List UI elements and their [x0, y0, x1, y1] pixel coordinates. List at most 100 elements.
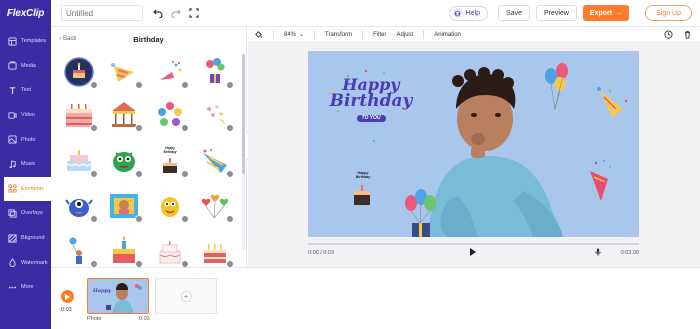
clip-thumbnail: Happy [88, 279, 148, 313]
add-badge-icon [181, 81, 189, 89]
sidebar-item-background[interactable]: Bkground [0, 226, 51, 251]
sticker-kid-balloon[interactable] [63, 235, 98, 268]
cake-sticker-label: Happy Birthday [163, 146, 177, 154]
sidebar-item-media[interactable]: Media [0, 54, 51, 79]
happy-birthday-headline[interactable]: Happy Birthday TO YOU [326, 77, 416, 125]
back-button[interactable]: ‹ Back [59, 36, 76, 42]
sidebar-item-video[interactable]: Video [0, 103, 51, 128]
scene-timeline: 0:03 Happy Photo 0:03 + [51, 267, 700, 329]
sticker-white-cake[interactable] [154, 235, 189, 268]
fullscreen-icon[interactable] [187, 6, 201, 20]
sticker-party-horn[interactable] [199, 145, 234, 178]
video-icon [8, 111, 17, 119]
editor-toolbar: 84% ⌄ Transform Filter Adjust Animation [248, 27, 700, 43]
sticker-kid-frame[interactable] [108, 190, 143, 223]
svg-text:Happy: Happy [92, 288, 112, 294]
animation-button[interactable]: Animation [434, 32, 461, 38]
watermark-icon [9, 258, 16, 268]
sidebar-item-overlays[interactable]: Overlays [0, 201, 51, 226]
sticker-carousel[interactable] [108, 99, 143, 132]
add-badge-icon [135, 170, 143, 178]
sticker-confetti-horn[interactable] [154, 56, 189, 89]
fill-color-icon[interactable] [254, 30, 263, 39]
signup-button[interactable]: Sign Up [645, 5, 692, 21]
party-horn-sticker [590, 160, 611, 201]
templates-icon [8, 37, 17, 46]
add-badge-icon [135, 81, 143, 89]
transform-button[interactable]: Transform [325, 32, 352, 38]
save-button[interactable]: Save [498, 5, 531, 21]
scrubber-track[interactable] [308, 243, 639, 245]
video-canvas[interactable]: Happy Birthday TO YOU Happy Birthday [308, 51, 639, 237]
panel-scrollbar-thumb[interactable] [242, 54, 245, 174]
sticker-cake-text[interactable]: Happy Birthday [154, 145, 189, 178]
sidebar-item-photo[interactable]: Photo [0, 127, 51, 152]
add-badge-icon [135, 215, 143, 223]
delete-trash-icon[interactable] [683, 30, 692, 39]
add-badge-icon [226, 170, 234, 178]
zoom-select[interactable]: 84% ⌄ [284, 31, 305, 39]
sidebar-item-templates[interactable]: Templates [0, 29, 51, 54]
preview-stage: Happy Birthday TO YOU Happy Birthday 0:0… [248, 43, 700, 267]
add-badge-icon [181, 124, 189, 132]
text-icon [9, 87, 16, 95]
party-hat-sticker [597, 87, 628, 117]
undo-icon[interactable] [151, 6, 165, 20]
media-icon [8, 61, 17, 70]
redo-icon[interactable] [169, 6, 183, 20]
arrow-right-icon: → [615, 9, 623, 17]
sticker-layer-cake[interactable] [63, 99, 98, 132]
sticker-tall-cake[interactable] [199, 235, 234, 268]
balloons-sticker [545, 63, 568, 110]
add-badge-icon [226, 124, 234, 132]
toolbar-divider [273, 30, 274, 39]
flexclip-editor: FlexClip Help Save Preview Export → Sign… [0, 0, 700, 329]
add-scene-button[interactable]: + [155, 278, 217, 314]
filter-button[interactable]: Filter [373, 32, 386, 38]
elements-icon [8, 184, 17, 193]
add-badge-icon [181, 215, 189, 223]
player-current-time: 0:00 / 0:03 [308, 250, 334, 256]
sidebar-item-text[interactable]: Text [0, 78, 51, 103]
add-badge-icon [135, 124, 143, 132]
play-icon[interactable] [469, 248, 477, 256]
sticker-yellow-monster[interactable] [154, 190, 189, 223]
toolbar-divider [362, 30, 364, 39]
sticker-cake-selected[interactable] [63, 56, 98, 89]
timeline-play-button[interactable] [61, 290, 74, 303]
sticker-confetti-pop[interactable] [199, 99, 234, 132]
sidebar-item-elements[interactable]: Elements [4, 176, 51, 202]
add-badge-icon [90, 215, 98, 223]
export-button[interactable]: Export → [582, 5, 630, 21]
adjust-button[interactable]: Adjust [397, 32, 414, 38]
add-badge-icon [226, 81, 234, 89]
microphone-icon[interactable] [594, 248, 602, 256]
player-end-time: 0:03.00 [620, 250, 639, 256]
sticker-heart-balloons[interactable] [199, 190, 234, 223]
sticker-party-hat[interactable] [108, 56, 143, 89]
baby-photo [428, 67, 563, 237]
scene-clip-1[interactable]: Happy [87, 278, 149, 314]
sidebar-item-music[interactable]: Music [0, 152, 51, 177]
sidebar-item-more[interactable]: More [0, 275, 51, 300]
sticker-gift-balloons[interactable] [199, 56, 234, 89]
sticker-balloon-ring[interactable] [154, 99, 189, 132]
add-badge-icon [226, 215, 234, 223]
preview-button[interactable]: Preview [536, 5, 577, 21]
add-badge-icon [90, 124, 98, 132]
sidebar-item-watermark[interactable]: Watermark [0, 250, 51, 275]
timeline-current-time: 0:03 [61, 307, 72, 313]
sticker-blue-monster[interactable] [63, 190, 98, 223]
background-icon [8, 233, 17, 243]
help-button[interactable]: Help [448, 5, 489, 21]
sticker-green-monster[interactable] [108, 145, 143, 178]
more-icon [8, 286, 17, 289]
left-sidebar: Templates Media Text Video Photo Music E… [0, 27, 51, 329]
duration-clock-icon[interactable] [664, 30, 673, 39]
brand-logo[interactable]: FlexClip [0, 0, 51, 27]
chevron-down-icon: ⌄ [299, 32, 305, 38]
photo-icon [8, 135, 17, 144]
sticker-candle-cake[interactable] [108, 235, 143, 268]
project-title-input[interactable] [61, 5, 143, 21]
sticker-pastel-cake[interactable] [63, 145, 98, 178]
